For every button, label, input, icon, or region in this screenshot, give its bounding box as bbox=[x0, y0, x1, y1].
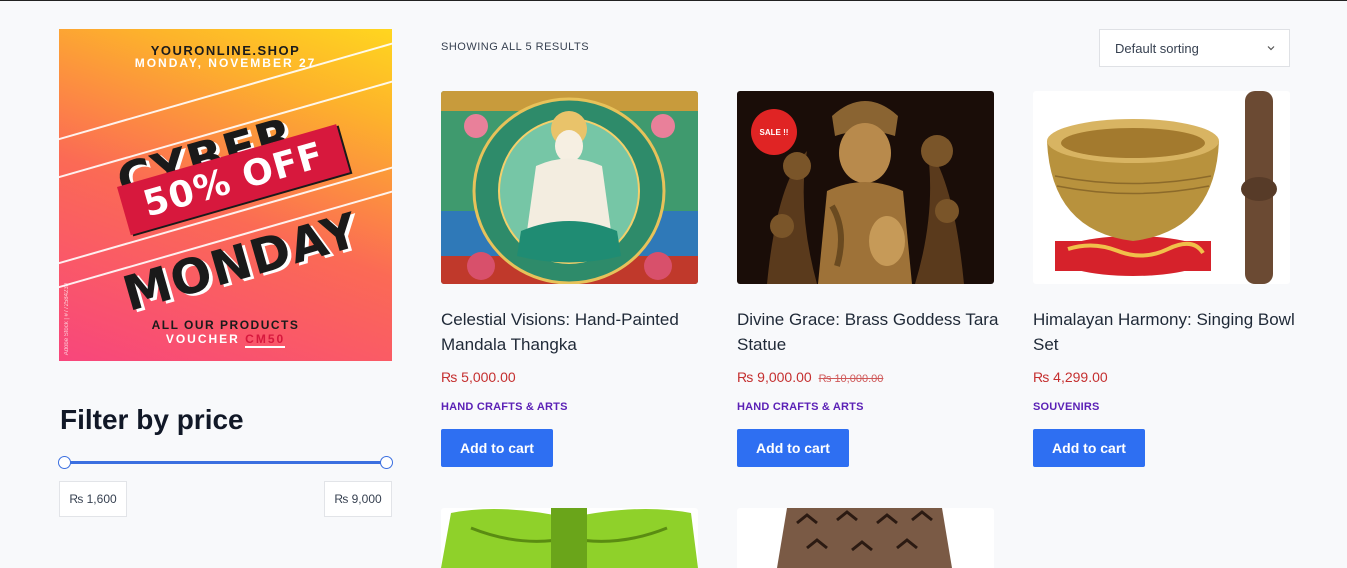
product-title[interactable]: Himalayan Harmony: Singing Bowl Set bbox=[1033, 307, 1295, 357]
top-border bbox=[0, 0, 1347, 1]
sorting-select[interactable]: Default sorting bbox=[1099, 29, 1290, 67]
add-to-cart-button[interactable]: Add to cart bbox=[737, 429, 849, 467]
price-slider-track[interactable] bbox=[64, 461, 386, 464]
chevron-down-icon bbox=[1267, 46, 1275, 51]
promo-voucher-code: CM50 bbox=[245, 332, 286, 348]
product-category-link[interactable]: SOUVENIRS bbox=[1033, 401, 1100, 413]
thangka-image bbox=[441, 91, 698, 284]
max-price-field[interactable]: ₨ 9,000 bbox=[324, 481, 392, 517]
product-current-price: ₨ 4,299.00 bbox=[1033, 369, 1108, 385]
green-garment-image bbox=[441, 508, 698, 568]
product-price: ₨ 5,000.00 bbox=[441, 369, 516, 385]
price-slider-max-handle[interactable] bbox=[380, 456, 393, 469]
promo-date: MONDAY, NOVEMBER 27 bbox=[134, 56, 317, 70]
product-title[interactable]: Divine Grace: Brass Goddess Tara Statue bbox=[737, 307, 999, 357]
product-image-green-garment[interactable] bbox=[441, 508, 698, 568]
add-to-cart-button[interactable]: Add to cart bbox=[1033, 429, 1145, 467]
product-current-price: ₨ 5,000.00 bbox=[441, 369, 516, 385]
min-price-field[interactable]: ₨ 1,600 bbox=[59, 481, 127, 517]
sorting-value: Default sorting bbox=[1115, 40, 1199, 56]
product-image-tara-statue[interactable]: SALE !! bbox=[737, 91, 994, 284]
cyber-monday-promo-banner[interactable]: YOURONLINE.SHOP MONDAY, NOVEMBER 27 CYBE… bbox=[59, 29, 392, 361]
price-slider-min-handle[interactable] bbox=[58, 456, 71, 469]
sale-badge: SALE !! bbox=[751, 109, 797, 155]
product-category-link[interactable]: HAND CRAFTS & ARTS bbox=[737, 401, 864, 413]
promo-footer: ALL OUR PRODUCTS bbox=[151, 318, 300, 332]
product-image-singing-bowl[interactable] bbox=[1033, 91, 1290, 284]
product-image-brown-textile[interactable] bbox=[737, 508, 994, 568]
product-title[interactable]: Celestial Visions: Hand-Painted Mandala … bbox=[441, 307, 703, 357]
singing-bowl-image bbox=[1033, 91, 1290, 284]
add-to-cart-button[interactable]: Add to cart bbox=[441, 429, 553, 467]
product-current-price: ₨ 9,000.00 bbox=[737, 369, 812, 385]
product-price: ₨ 9,000.00 ₨ 10,000.00 bbox=[737, 369, 883, 385]
product-old-price: ₨ 10,000.00 bbox=[818, 373, 884, 385]
product-category-link[interactable]: HAND CRAFTS & ARTS bbox=[441, 401, 568, 413]
result-count: Showing all 5 results bbox=[441, 41, 590, 53]
brown-textile-image bbox=[737, 508, 994, 568]
product-price: ₨ 4,299.00 bbox=[1033, 369, 1108, 385]
product-image-thangka[interactable] bbox=[441, 91, 698, 284]
promo-voucher: VOUCHER CM50 bbox=[59, 332, 392, 348]
filter-by-price-heading: Filter by price bbox=[60, 404, 244, 435]
promo-voucher-prefix: VOUCHER bbox=[165, 332, 240, 346]
promo-credit: Adobe Stock | #772584239 bbox=[64, 282, 70, 355]
